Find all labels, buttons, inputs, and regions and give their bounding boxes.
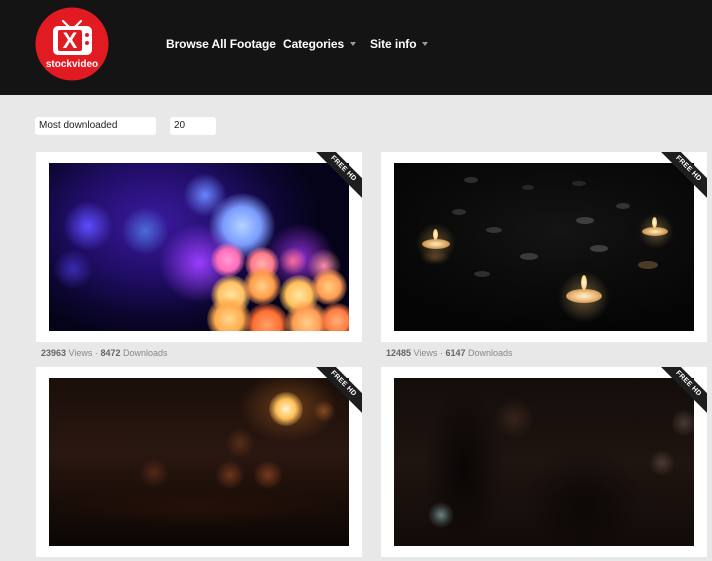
- downloads-label: Downloads: [122, 348, 168, 358]
- views-count: 23963: [41, 348, 67, 358]
- video-thumbnail[interactable]: [394, 163, 694, 331]
- free-hd-ribbon: FREE HD: [310, 367, 362, 419]
- nav-browse-all-footage[interactable]: Browse All Footage: [166, 37, 276, 51]
- stockvideo-logo-icon: X stockvideo: [35, 7, 109, 81]
- free-hd-badge: FREE HD: [311, 152, 362, 201]
- free-hd-badge: FREE HD: [656, 367, 707, 416]
- nav-categories[interactable]: Categories: [283, 37, 357, 51]
- svg-text:X: X: [63, 28, 78, 53]
- video-card[interactable]: FREE HD: [381, 367, 707, 557]
- video-card[interactable]: FREE HD: [381, 152, 707, 342]
- stats-separator: ·: [94, 348, 98, 358]
- views-label: Views: [68, 348, 93, 358]
- free-hd-ribbon: FREE HD: [310, 152, 362, 204]
- video-stats: 23963 Views · 8472 Downloads: [41, 348, 168, 358]
- stats-separator: ·: [439, 348, 443, 358]
- site-logo[interactable]: X stockvideo: [35, 7, 111, 83]
- svg-text:stockvideo: stockvideo: [46, 59, 98, 70]
- sort-select[interactable]: Most downloaded: [35, 117, 156, 135]
- video-thumbnail[interactable]: [394, 378, 694, 546]
- chevron-down-icon: [422, 41, 429, 46]
- free-hd-badge: FREE HD: [656, 152, 707, 201]
- nav-categories-label: Categories: [283, 37, 345, 51]
- chevron-down-icon: [350, 41, 357, 46]
- free-hd-ribbon: FREE HD: [655, 152, 707, 204]
- sort-select-value: Most downloaded: [39, 120, 118, 131]
- nav-site-info[interactable]: Site info: [370, 37, 429, 51]
- downloads-count: 8472: [100, 348, 121, 358]
- views-count: 12485: [386, 348, 412, 358]
- downloads-label: Downloads: [467, 348, 513, 358]
- free-hd-ribbon: FREE HD: [655, 367, 707, 419]
- video-thumbnail[interactable]: [49, 378, 349, 546]
- nav-site-info-label: Site info: [370, 37, 417, 51]
- per-page-value: 20: [174, 120, 186, 131]
- video-thumbnail[interactable]: [49, 163, 349, 331]
- site-header: X stockvideo Browse All Footage Categori…: [0, 0, 712, 95]
- nav-browse-label: Browse All Footage: [166, 37, 276, 51]
- video-card[interactable]: FREE HD: [36, 152, 362, 342]
- per-page-select[interactable]: 20: [170, 117, 216, 135]
- free-hd-badge: FREE HD: [311, 367, 362, 416]
- downloads-count: 6147: [445, 348, 466, 358]
- video-card[interactable]: FREE HD: [36, 367, 362, 557]
- video-stats: 12485 Views · 6147 Downloads: [386, 348, 513, 358]
- views-label: Views: [413, 348, 438, 358]
